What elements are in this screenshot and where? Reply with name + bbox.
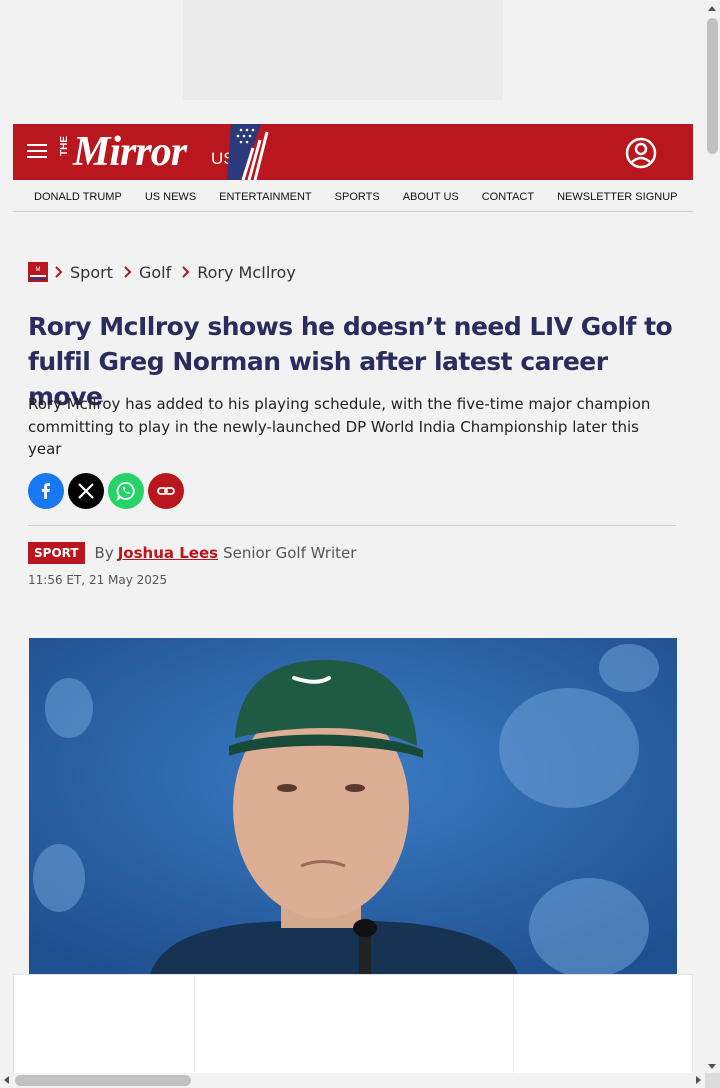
author-link[interactable]: Joshua Lees [118,544,218,562]
copy-link-icon [157,487,175,495]
breadcrumb-item-rory-mcilroy[interactable]: Rory McIlroy [197,263,296,282]
scrollbar-corner [705,1073,720,1088]
main-nav: DONALD TRUMP US NEWS ENTERTAINMENT SPORT… [13,182,693,212]
masthead: THE Mirror US [13,124,693,180]
share-facebook-button[interactable] [28,473,64,509]
vertical-scrollbar[interactable] [705,0,720,1073]
scroll-up-arrow-icon[interactable] [708,6,716,11]
section-badge[interactable]: SPORT [28,542,85,564]
bottom-ad-slot [13,974,693,1074]
author-role: Senior Golf Writer [223,544,357,562]
x-icon [78,483,94,499]
divider [28,525,676,526]
logo-the: THE [59,136,70,156]
facebook-icon [41,483,50,499]
breadcrumb-item-sport[interactable]: Sport [70,263,113,282]
nav-item-sports[interactable]: SPORTS [335,191,380,203]
site-logo[interactable]: THE Mirror US [59,124,269,180]
publish-timestamp: 11:56 ET, 21 May 2025 [28,573,168,587]
hero-image [29,638,677,978]
home-logo-icon[interactable]: M [28,262,48,282]
nav-item-entertainment[interactable]: ENTERTAINMENT [219,191,312,203]
vertical-scroll-thumb[interactable] [707,18,718,154]
horizontal-scroll-thumb[interactable] [15,1075,191,1086]
account-icon[interactable] [625,137,657,169]
article-standfirst: Rory McIlroy has added to his playing sc… [28,395,651,458]
flag-icon [227,124,269,180]
breadcrumb-item-golf[interactable]: Golf [139,263,171,282]
nav-item-contact[interactable]: CONTACT [482,191,534,203]
share-x-button[interactable] [68,473,104,509]
top-ad-slot [183,0,503,100]
horizontal-scrollbar[interactable] [0,1073,705,1088]
bottom-ad-creative [194,975,514,1073]
chevron-right-icon [124,266,132,278]
scroll-right-arrow-icon[interactable] [696,1076,701,1084]
logo-wordmark: Mirror [73,129,187,175]
hero-photo [29,638,677,978]
hamburger-icon[interactable] [27,144,47,160]
whatsapp-icon [116,482,135,501]
byline: SPORT By Joshua Lees Senior Golf Writer [28,541,356,565]
svg-text:M: M [36,267,41,273]
nav-item-us-news[interactable]: US NEWS [145,191,196,203]
copy-link-button[interactable] [148,473,184,509]
nav-item-about-us[interactable]: ABOUT US [403,191,459,203]
share-bar [28,473,184,509]
scroll-left-arrow-icon[interactable] [4,1076,9,1084]
byline-prefix: By [94,544,114,562]
chevron-right-icon [182,266,190,278]
breadcrumb: M Sport Golf Rory McIlroy [28,262,306,282]
chevron-right-icon [55,266,63,278]
nav-item-newsletter-signup[interactable]: NEWSLETTER SIGNUP [557,191,677,203]
share-whatsapp-button[interactable] [108,473,144,509]
nav-item-donald-trump[interactable]: DONALD TRUMP [34,191,122,203]
scroll-down-arrow-icon[interactable] [708,1064,716,1069]
